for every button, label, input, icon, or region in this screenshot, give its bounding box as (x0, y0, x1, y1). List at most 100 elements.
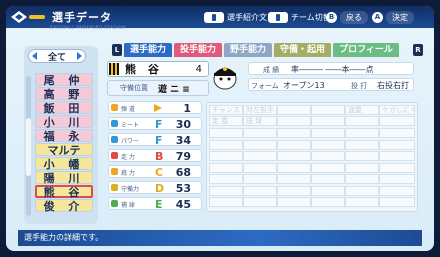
empty-ability-slot (311, 174, 345, 184)
info-panel: 成 績 率――― ――本――点 フォーム オープン13 投 打 右投右打 (248, 62, 414, 94)
ability-speed[interactable]: 走 力 B 79 (108, 149, 202, 163)
ability-trajectory[interactable]: 弾 道 1 (108, 101, 202, 115)
roster-item[interactable]: 飯 田 (35, 101, 93, 115)
player-number: 4 (195, 63, 202, 75)
contact-icon (111, 120, 118, 127)
tab-profile[interactable]: プロフィール (333, 43, 399, 57)
a-button-icon: A (372, 11, 383, 23)
empty-ability-slot (379, 151, 415, 161)
empty-ability-slot (345, 128, 379, 138)
tab-defense-usage[interactable]: 守備・起用 (274, 43, 332, 57)
empty-ability-slot (209, 128, 243, 138)
team-stripe-icon (109, 63, 119, 75)
ability-contact[interactable]: ミート F 30 (108, 117, 202, 131)
player-avatar-icon (213, 67, 237, 90)
empty-ability-slot (345, 185, 379, 196)
empty-ability-slot (277, 185, 311, 196)
help-message: 選手能力の詳細です。 (18, 230, 422, 246)
title-bar: 選手データ BASEBALL PAWAPURO STADIUM 選手紹介文 チー… (6, 6, 434, 30)
empty-ability-slot (277, 139, 311, 150)
ability-catching[interactable]: 捕 球 E 45 (108, 197, 202, 211)
special-ability-cell[interactable] (345, 116, 379, 126)
empty-ability-slot (243, 128, 277, 138)
l-button-icon[interactable]: L (112, 44, 122, 56)
roster-scroll-thumb[interactable] (26, 118, 31, 176)
special-ability-cell[interactable]: 送 球 (243, 116, 277, 126)
hint-team-switch[interactable]: チーム切替 (268, 10, 331, 24)
empty-ability-slot (311, 128, 345, 138)
empty-ability-slot (311, 139, 345, 150)
empty-ability-slot (311, 162, 345, 173)
ability-fielding[interactable]: 守備力 D 53 (108, 181, 202, 195)
empty-ability-slot (311, 185, 345, 196)
empty-ability-slot (379, 139, 415, 150)
empty-ability-slot (209, 139, 243, 150)
roster-item[interactable]: 小 川 (35, 115, 93, 129)
roster-list: 尾 仲 高 野 飯 田 小 川 福 永 マルテ 小 幡 陽 川 熊 谷 俊 介 (35, 73, 93, 213)
empty-ability-slot (345, 174, 379, 184)
roster-scrollbar[interactable] (26, 76, 31, 216)
arrow-left-icon[interactable] (32, 52, 37, 60)
empty-ability-slot (277, 162, 311, 173)
hint-back[interactable]: B 戻る (326, 10, 368, 24)
empty-ability-slot (345, 162, 379, 173)
special-ability-cell[interactable]: 盗塁 (345, 105, 379, 115)
tab-pitcher-ability[interactable]: 投手能力 (174, 43, 223, 57)
page-title: 選手データ (52, 11, 112, 24)
special-ability-cell[interactable]: ケガしにくさ (379, 105, 415, 115)
special-ability-cell[interactable] (277, 105, 311, 115)
empty-ability-slot (243, 185, 277, 196)
fielding-icon (111, 184, 118, 191)
roster-item[interactable]: 尾 仲 (35, 73, 93, 87)
roster-item[interactable]: 高 野 (35, 87, 93, 101)
trajectory-icon (111, 104, 118, 111)
empty-ability-slot (345, 197, 379, 207)
stats-row: 成 績 率――― ――本――点 (248, 62, 414, 75)
arrow-right-icon[interactable] (76, 52, 82, 60)
roster-filter[interactable]: 全て (28, 49, 86, 63)
special-ability-cell[interactable]: 走 塁 (209, 116, 243, 126)
special-ability-cell[interactable] (311, 105, 345, 115)
empty-ability-slot (379, 197, 415, 207)
empty-ability-slot (345, 151, 379, 161)
catching-icon (111, 200, 118, 207)
tab-fielder-ability[interactable]: 野手能力 (224, 43, 273, 57)
empty-ability-slot (345, 139, 379, 150)
special-ability-cell[interactable]: 対左投手 (243, 105, 277, 115)
empty-ability-slot (209, 162, 243, 173)
empty-ability-slot (311, 151, 345, 161)
player-name: 熊 谷 (125, 63, 163, 76)
empty-ability-slot (277, 197, 311, 207)
roster-item[interactable]: 福 永 (35, 129, 93, 143)
special-ability-cell[interactable]: チャンス (209, 105, 243, 115)
tab-player-ability[interactable]: 選手能力 (124, 43, 173, 57)
ability-list: 弾 道 1 ミート F 30 パワー F 34 走 力 B 79 肩 力 C 6… (108, 101, 202, 213)
empty-ability-slot (209, 185, 243, 196)
empty-ability-slot (243, 162, 277, 173)
hint-confirm[interactable]: A 決定 (372, 10, 414, 24)
roster-item[interactable]: 小 幡 (35, 157, 93, 171)
empty-ability-slot (209, 174, 243, 184)
roster-item-selected[interactable]: 熊 谷 (35, 185, 93, 198)
empty-ability-slot (243, 151, 277, 161)
empty-ability-slot (379, 128, 415, 138)
empty-ability-slot (243, 139, 277, 150)
roster-item[interactable]: 陽 川 (35, 171, 93, 185)
empty-ability-slot (209, 151, 243, 161)
roster-item[interactable]: 俊 介 (35, 199, 93, 213)
roster-item[interactable]: マルテ (35, 143, 93, 157)
speed-icon (111, 152, 118, 159)
special-ability-cell[interactable] (277, 116, 311, 126)
empty-ability-slot (277, 174, 311, 184)
ability-power[interactable]: パワー F 34 (108, 133, 202, 147)
screen: 選手データ BASEBALL PAWAPURO STADIUM 選手紹介文 チー… (6, 6, 434, 251)
r-button-icon[interactable]: R (413, 44, 423, 56)
controller-button-icon (268, 11, 288, 23)
empty-ability-slot (311, 197, 345, 207)
arm-icon (111, 168, 118, 175)
special-ability-cell[interactable] (311, 116, 345, 126)
ability-arm[interactable]: 肩 力 C 68 (108, 165, 202, 179)
hint-player-intro[interactable]: 選手紹介文 (204, 10, 267, 24)
page-subtitle: BASEBALL PAWAPURO STADIUM (50, 25, 126, 30)
special-ability-cell[interactable] (379, 116, 415, 126)
